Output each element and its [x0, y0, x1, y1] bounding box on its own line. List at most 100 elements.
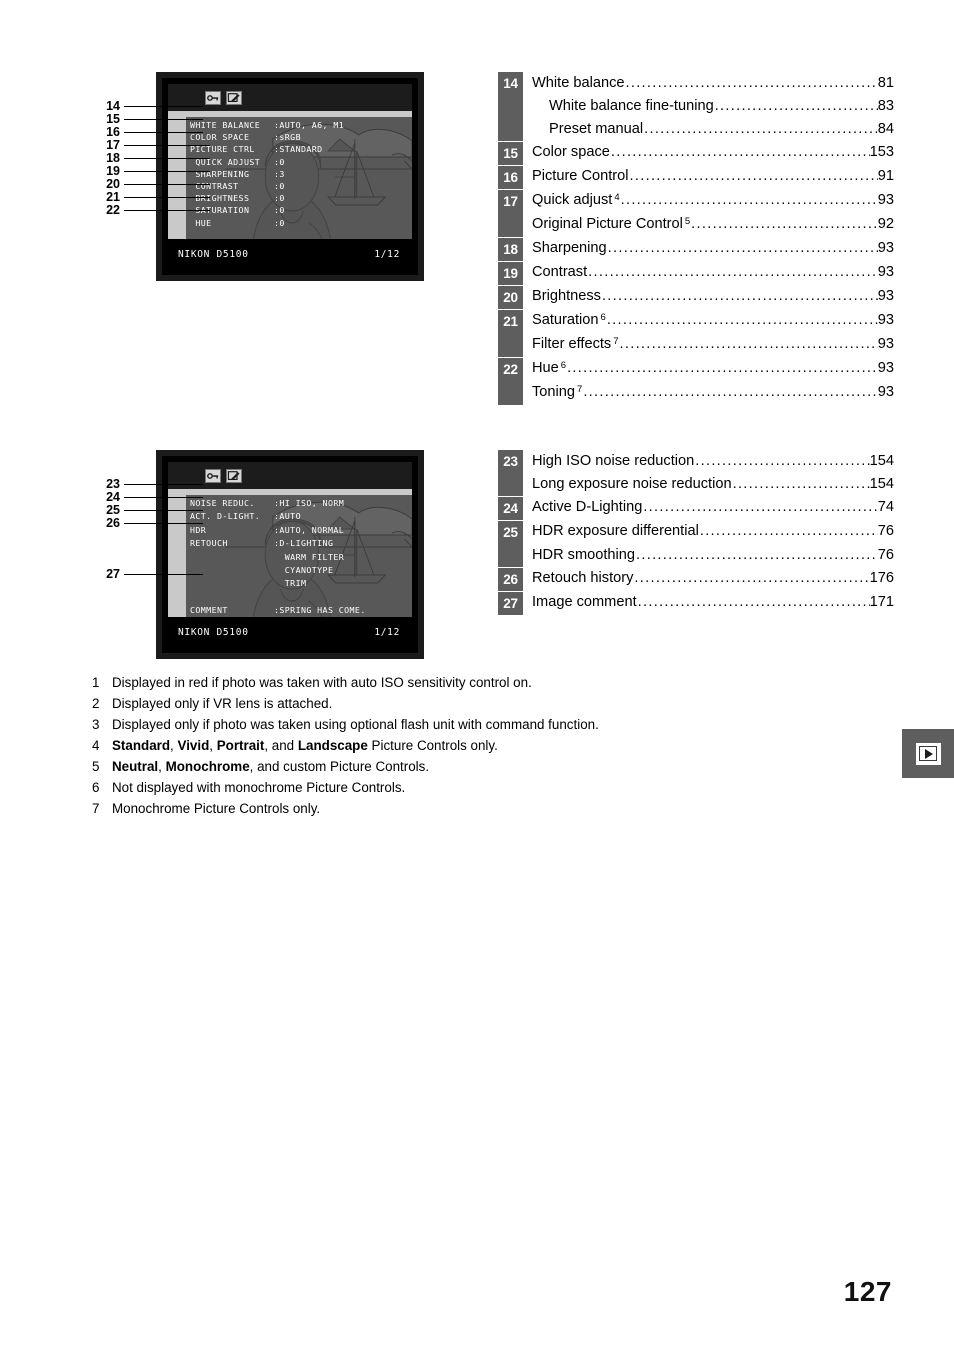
footnote-marker: 6 — [600, 312, 606, 323]
contents-entry[interactable]: 19 Contrast..............................… — [498, 261, 894, 285]
callout-leader-line — [124, 105, 203, 108]
shooting-data-row: HUE :0 — [190, 217, 410, 229]
contents-entry[interactable]: 15 Color space...........................… — [498, 141, 894, 165]
shooting-data-row: PICTURE CTRL:STANDARD — [190, 143, 410, 155]
contents-leader-dots: ........................................… — [644, 121, 878, 137]
contents-number-badge: 18 — [498, 237, 523, 261]
contents-entry[interactable]: White balance fine-tuning...............… — [498, 95, 894, 118]
lcd-info-overlay: NOISE REDUC.:HI ISO, NORM ACT. D-LIGHT.:A… — [186, 495, 412, 631]
shooting-data-row: CONTRAST:0 — [190, 180, 410, 192]
contents-number-badge: 25 — [498, 520, 523, 544]
contents-page-number: 93 — [877, 240, 894, 256]
shooting-data-value: :SPRING HAS COME. — [274, 605, 366, 616]
contents-entry-body: White balance...........................… — [523, 72, 894, 95]
contents-entry[interactable]: Preset manual...........................… — [498, 118, 894, 141]
footnote-item: 1 Displayed in red if photo was taken wit… — [92, 672, 852, 693]
contents-entry[interactable]: Long exposure noise reduction...........… — [498, 473, 894, 496]
contents-entry[interactable]: 23 High ISO noise reduction..............… — [498, 450, 894, 473]
contents-number-badge: 22 — [498, 357, 523, 381]
shooting-data-row — [190, 591, 410, 604]
contents-entry[interactable]: Original Picture Control 5...............… — [498, 213, 894, 237]
lcd-icon-bar — [168, 84, 412, 111]
contents-entry-label: Active D-Lighting — [532, 499, 643, 515]
footnote-item: 6 Not displayed with monochrome Picture C… — [92, 777, 852, 798]
contents-entry-label: HDR smoothing — [532, 547, 636, 563]
contents-number-badge: 23 — [498, 450, 523, 473]
contents-leader-dots: ........................................… — [625, 75, 878, 91]
contents-page-number: 93 — [877, 288, 894, 304]
shooting-data-row: CYANOTYPE — [190, 564, 410, 577]
contents-entry[interactable]: Toning 7.................................… — [498, 381, 894, 405]
callout-leader-line — [124, 573, 203, 576]
contents-entry-label: Long exposure noise reduction — [532, 476, 732, 492]
contents-entry-label: Contrast — [532, 264, 588, 280]
frame-counter-label: 1/12 — [374, 626, 400, 638]
contents-entry[interactable]: 16 Picture Control.......................… — [498, 165, 894, 189]
contents-entry-body: Image comment...........................… — [523, 591, 894, 614]
contents-entry-label: Image comment — [532, 594, 637, 610]
shooting-data-rows: WHITE BALANCE:AUTO, A6, M1 COLOR SPACE:sR… — [190, 119, 410, 229]
contents-entry[interactable]: Filter effects 7.........................… — [498, 333, 894, 357]
callout-leader-line — [124, 522, 203, 525]
contents-entry-body: Hue 6....................................… — [523, 357, 894, 381]
footnote-item: 5 Neutral, Monochrome, and custom Picture… — [92, 756, 852, 777]
contents-number-badge: 27 — [498, 591, 523, 615]
contents-leader-dots: ........................................… — [643, 499, 878, 515]
callout-number: 27 — [106, 567, 120, 581]
contents-page-number: 83 — [877, 98, 894, 114]
contents-page-number: 176 — [869, 570, 894, 586]
contents-entry[interactable]: 24 Active D-Lighting.....................… — [498, 496, 894, 520]
footnote-marker: 6 — [560, 360, 567, 371]
shooting-data-value: TRIM — [274, 578, 307, 589]
contents-entry[interactable]: 20 Brightness............................… — [498, 285, 894, 309]
shooting-data-value: :0 — [274, 205, 285, 216]
contents-entry[interactable]: 27 Image comment.........................… — [498, 591, 894, 615]
callout-leader-line — [124, 118, 203, 121]
contents-entry[interactable]: 18 Sharpening............................… — [498, 237, 894, 261]
contents-entry[interactable]: 14 White balance.........................… — [498, 72, 894, 95]
contents-entry-body: Brightness..............................… — [523, 285, 894, 308]
contents-page-number: 93 — [877, 360, 894, 376]
contents-page-number: 76 — [877, 547, 894, 563]
shooting-data-value: :0 — [274, 181, 285, 192]
footnote-item: 7 Monochrome Picture Controls only. — [92, 798, 852, 819]
footnote-marker: 7 — [577, 384, 583, 395]
contents-number-badge: 21 — [498, 309, 523, 333]
contents-entry[interactable]: 21 Saturation 6...........................… — [498, 309, 894, 333]
contents-entry[interactable]: 17 Quick adjust 4.........................… — [498, 189, 894, 213]
footnote-item: 3 Displayed only if photo was taken using… — [92, 714, 852, 735]
contents-entry-body: Color space.............................… — [523, 141, 894, 164]
contents-entry[interactable]: 22 Hue 6..................................… — [498, 357, 894, 381]
shooting-data-label: HUE — [190, 217, 212, 228]
contents-entry-body: HDR exposure differential...............… — [523, 520, 894, 543]
frame-counter-label: 1/12 — [374, 248, 400, 260]
callout-27: 27 — [96, 568, 203, 581]
contents-page-number: 171 — [869, 594, 894, 610]
playback-menu-tab[interactable] — [902, 729, 954, 778]
contents-list-upper: 14 White balance.........................… — [498, 72, 894, 405]
contents-leader-dots: ........................................… — [610, 144, 870, 160]
callout-number: 22 — [106, 203, 120, 217]
contents-entry[interactable]: HDR smoothing...........................… — [498, 544, 894, 567]
contents-page-number: 154 — [869, 476, 894, 492]
contents-leader-dots: ........................................… — [699, 523, 878, 539]
contents-page-number: 91 — [877, 168, 894, 184]
shooting-data-row: ACT. D-LIGHT.:AUTO — [190, 510, 410, 523]
contents-leader-dots: ........................................… — [714, 98, 878, 114]
footnote-number: 5 — [92, 759, 100, 774]
shooting-data-value: :0 — [274, 193, 285, 204]
contents-entry-body: Saturation 6.............................… — [523, 309, 894, 333]
contents-entry[interactable]: 25 HDR exposure differential.............… — [498, 520, 894, 544]
shooting-data-value: :0 — [274, 156, 285, 167]
contents-entry[interactable]: 26 Retouch history.......................… — [498, 567, 894, 591]
shooting-data-value: :0 — [274, 217, 285, 228]
contents-number-badge: 17 — [498, 189, 523, 213]
footnote-number: 4 — [92, 738, 100, 753]
contents-entry-label: Original Picture Control — [532, 216, 683, 232]
lcd-footer-bar: NIKON D5100 1/12 — [168, 239, 412, 269]
contents-list-lower: 23 High ISO noise reduction..............… — [498, 450, 894, 615]
callout-leader-line — [124, 483, 203, 486]
footnote-item: 2 Displayed only if VR lens is attached. — [92, 693, 852, 714]
shooting-data-value: :STANDARD — [274, 144, 323, 155]
contents-entry-label: Sharpening — [532, 240, 607, 256]
